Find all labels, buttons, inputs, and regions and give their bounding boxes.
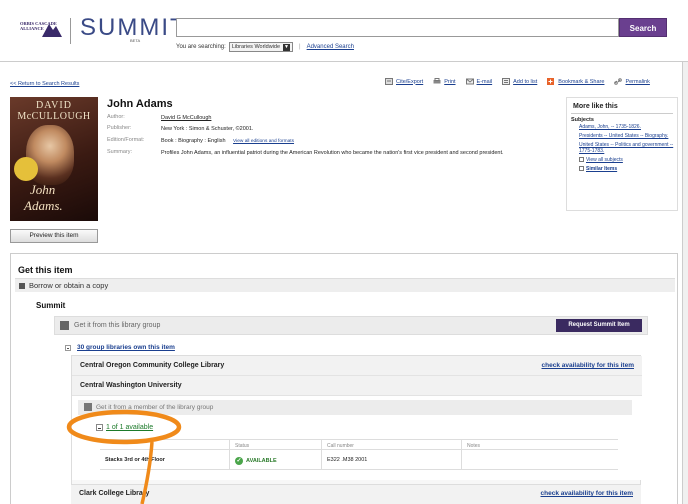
cite-icon (385, 78, 393, 85)
divider (571, 113, 673, 114)
searching-label: You are searching: (176, 44, 226, 50)
advanced-search-link[interactable]: Advanced Search (307, 44, 354, 50)
holdings-table-header: Status Call number Notes (100, 439, 618, 450)
email-action[interactable]: E-mail (465, 78, 492, 85)
group-libraries-count: 30 group libraries own this item (77, 344, 175, 351)
subject-link[interactable]: United States -- Politics and government… (579, 142, 675, 154)
logo-divider (70, 18, 71, 44)
cover-title-first: John (30, 182, 56, 197)
view-editions-link[interactable]: View all editions and formats (233, 139, 294, 144)
add-to-list-action[interactable]: Add to list (502, 78, 537, 85)
scrollbar[interactable] (682, 62, 688, 504)
search-input[interactable] (176, 18, 619, 37)
more-like-this-panel: More like this Subjects Adams, John, -- … (566, 97, 678, 211)
subject-link[interactable]: Presidents -- United States -- Biography… (579, 133, 675, 139)
notes-header: Notes (467, 443, 481, 449)
beta-label: BETA (130, 38, 141, 43)
table-row: Stacks 3rd or 4th Floor ✓ AVAILABLE E322… (100, 450, 618, 470)
available-copies-toggle[interactable]: 1 of 1 available (96, 424, 153, 431)
subject-link[interactable]: Adams, John, -- 1735-1826. (579, 124, 675, 130)
summit-heading: Summit (36, 301, 66, 310)
publisher-row: Publisher: New York : Simon & Schuster, … (107, 125, 254, 133)
collapse-square-icon (19, 282, 25, 289)
print-icon (433, 78, 441, 84)
cite-export-action[interactable]: Cite/Export (385, 78, 423, 85)
more-like-this-heading: More like this (573, 103, 618, 110)
group-label: Get it from this library group (74, 322, 161, 329)
borrow-bar[interactable]: Borrow or obtain a copy (15, 278, 675, 292)
location-header (100, 440, 230, 449)
record-metadata: Author: David G McCullough Publisher: Ne… (107, 114, 561, 161)
notes-cell (462, 450, 618, 469)
chevron-down-icon: ▼ (283, 43, 291, 51)
share-plus-icon (547, 78, 555, 85)
bookmark-share-action[interactable]: Bookmark & Share (547, 78, 604, 85)
borrow-label: Borrow or obtain a copy (29, 281, 109, 290)
similar-items-link[interactable]: Similar Items (586, 166, 617, 172)
record-title: John Adams (107, 98, 173, 110)
author-row: Author: David G McCullough (107, 114, 561, 122)
available-count-link: 1 of 1 available (106, 424, 154, 431)
return-to-results-link[interactable]: << Return to Search Results (10, 81, 79, 87)
library-row: Central Washington University (72, 376, 642, 396)
library-row: Central Oregon Community College Library… (72, 356, 642, 376)
library-name: Clark College Library (79, 490, 150, 497)
permalink-action[interactable]: Permalink (614, 78, 650, 85)
header: ORBIS CASCADE ALLIANCE SUMMIT BETA Searc… (0, 0, 688, 62)
subjects-label: Subjects (571, 117, 594, 123)
scope-select[interactable]: Libraries Worldwide ▼ (228, 42, 294, 52)
print-action[interactable]: Print (433, 78, 456, 85)
location-cell: Stacks 3rd or 4th Floor (100, 450, 230, 469)
minus-toggle-icon (65, 344, 71, 351)
record-toolbar: Cite/Export Print E-mail Add to list Boo… (385, 78, 650, 85)
call-number-cell: E322 .M38 2001 (322, 450, 462, 469)
document-icon (579, 166, 584, 171)
separator: | (299, 44, 301, 50)
cover-title-last: Adams. (24, 198, 63, 213)
document-icon (579, 157, 584, 162)
member-library-bar: Get it from a member of the library grou… (78, 400, 632, 415)
search-button[interactable]: Search (619, 18, 667, 37)
summary-row: Summary: Profiles John Adams, an influen… (107, 149, 504, 157)
award-seal (14, 157, 38, 181)
scope-select-value: Libraries Worldwide (231, 43, 281, 50)
check-circle-icon: ✓ (235, 457, 243, 465)
mountain-icon (42, 24, 62, 37)
status-badge: AVAILABLE (246, 458, 277, 464)
get-this-item-heading: Get this item (18, 265, 73, 275)
status-cell: ✓ AVAILABLE (230, 450, 322, 469)
email-icon (465, 78, 474, 85)
author-link[interactable]: David G McCullough (161, 114, 561, 122)
check-availability-link[interactable]: check availability for this item (541, 490, 633, 497)
library-name: Central Washington University (80, 382, 182, 389)
preview-item-button[interactable]: Preview this item (10, 229, 98, 243)
view-all-subjects-link[interactable]: View all subjects (586, 157, 623, 163)
member-label: Get it from a member of the library grou… (96, 403, 214, 411)
cover-author-last: McCULLOUGH (17, 111, 91, 122)
subject-list: Adams, John, -- 1735-1826. Presidents --… (579, 124, 675, 175)
book-cover[interactable]: DAVID McCULLOUGH John Adams. (10, 97, 98, 221)
collapse-icon (96, 424, 103, 431)
call-number-header: Call number (322, 440, 462, 449)
request-summit-item-button[interactable]: Request Summit Item (556, 319, 642, 332)
search-scope-row: You are searching: Libraries Worldwide ▼… (176, 42, 354, 52)
cascade-logo[interactable]: ORBIS CASCADE ALLIANCE (20, 21, 62, 37)
list-icon (502, 78, 511, 85)
chain-link-icon (614, 78, 623, 85)
library-row: Clark College Library check availability… (71, 484, 641, 504)
check-availability-link[interactable]: check availability for this item (542, 362, 634, 369)
cover-author-first: DAVID (36, 100, 72, 111)
status-header: Status (230, 440, 322, 449)
library-group-bar: Get it from this library group Request S… (54, 316, 648, 335)
library-member-icon (84, 403, 92, 411)
group-libraries-toggle[interactable]: 30 group libraries own this item (65, 344, 175, 351)
edition-row: Edition/Format: Book : Biography : Engli… (107, 136, 295, 144)
library-list-panel: Central Oregon Community College Library… (71, 355, 642, 504)
library-name: Central Oregon Community College Library (80, 362, 225, 369)
library-group-icon (60, 321, 69, 330)
